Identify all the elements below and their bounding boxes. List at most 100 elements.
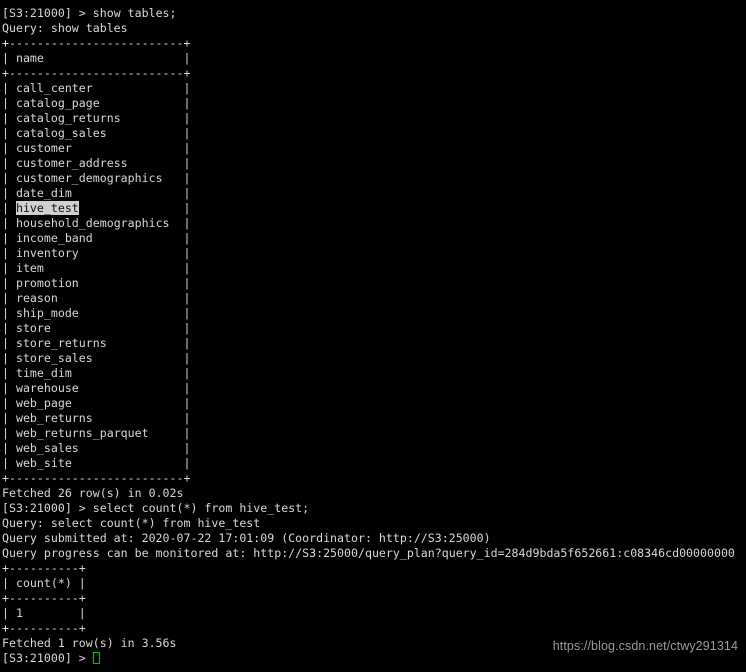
row-left-border: | bbox=[2, 411, 16, 425]
row-padding: | bbox=[78, 276, 191, 290]
table-row: | time_dim | bbox=[2, 366, 746, 381]
table-row: | web_sales | bbox=[2, 441, 746, 456]
count-table-header-row: | count(*) | bbox=[2, 576, 86, 590]
row-padding: | bbox=[71, 141, 191, 155]
table-name-cell: household_demographics bbox=[15, 216, 170, 230]
count-table-header-separator: +----------+ bbox=[2, 591, 86, 605]
row-left-border: | bbox=[2, 381, 16, 395]
table-name-cell: customer_demographics bbox=[15, 171, 163, 185]
terminal-window[interactable]: [S3:21000] > show tables; Query: show ta… bbox=[0, 0, 746, 672]
table-name-cell: customer bbox=[15, 141, 72, 155]
table-name-cell: warehouse bbox=[15, 381, 79, 395]
row-left-border: | bbox=[2, 441, 16, 455]
count-table-body: | 1 | bbox=[2, 606, 746, 621]
table-row: | customer_address | bbox=[2, 156, 746, 171]
row-left-border: | bbox=[2, 456, 16, 470]
row-padding: | bbox=[106, 126, 191, 140]
table-name-cell: web_site bbox=[15, 456, 72, 470]
table-name-cell: inventory bbox=[15, 246, 79, 260]
row-left-border: | bbox=[2, 336, 16, 350]
row-padding: | bbox=[43, 261, 191, 275]
row-left-border: | bbox=[2, 186, 16, 200]
table-name-cell: web_returns_parquet bbox=[15, 426, 149, 440]
table-name-cell: customer_address bbox=[15, 156, 128, 170]
command-line-show-tables: [S3:21000] > show tables; bbox=[2, 6, 746, 21]
row-padding: | bbox=[78, 381, 191, 395]
table-name-cell: web_sales bbox=[15, 441, 79, 455]
table-name-cell: catalog_sales bbox=[15, 126, 107, 140]
row-padding: | bbox=[78, 441, 191, 455]
row-left-border: | bbox=[2, 216, 16, 230]
table-row: | warehouse | bbox=[2, 381, 746, 396]
row-left-border: | bbox=[2, 351, 16, 365]
table-row: | store | bbox=[2, 321, 746, 336]
count-table-bottom-border: +----------+ bbox=[2, 621, 86, 635]
table-name-cell: call_center bbox=[15, 81, 93, 95]
row-left-border: | bbox=[2, 426, 16, 440]
tables-table-bottom-border: +-------------------------+ bbox=[2, 471, 191, 485]
command-input-1: show tables; bbox=[92, 6, 177, 20]
row-padding: | bbox=[148, 426, 191, 440]
table-row: | web_returns_parquet | bbox=[2, 426, 746, 441]
count-table-top-border: +----------+ bbox=[2, 561, 86, 575]
table-row: | catalog_returns | bbox=[2, 111, 746, 126]
row-padding: | bbox=[127, 156, 191, 170]
row-left-border: | bbox=[2, 306, 16, 320]
row-left-border: | bbox=[2, 171, 16, 185]
table-row: | reason | bbox=[2, 291, 746, 306]
row-left-border: | bbox=[2, 276, 16, 290]
row-left-border: | bbox=[2, 321, 16, 335]
row-padding: | bbox=[162, 171, 191, 185]
row-padding: | bbox=[78, 306, 191, 320]
row-left-border: | bbox=[2, 246, 16, 260]
row-padding: | bbox=[78, 246, 191, 260]
row-padding: | bbox=[99, 96, 191, 110]
query-echo-2: Query: select count(*) from hive_test bbox=[2, 516, 261, 530]
table-row: | ship_mode | bbox=[2, 306, 746, 321]
row-left-border: | bbox=[2, 156, 16, 170]
command-line-select-count: [S3:21000] > select count(*) from hive_t… bbox=[2, 501, 746, 516]
table-row: | 1 | bbox=[2, 606, 86, 620]
table-name-cell: item bbox=[15, 261, 44, 275]
table-row: | customer_demographics | bbox=[2, 171, 746, 186]
table-name-cell: web_page bbox=[15, 396, 72, 410]
table-row: | store_sales | bbox=[2, 351, 746, 366]
row-padding: | bbox=[92, 231, 191, 245]
row-left-border: | bbox=[2, 111, 16, 125]
table-row: | catalog_sales | bbox=[2, 126, 746, 141]
table-row: | web_page | bbox=[2, 396, 746, 411]
prompt-3: [S3:21000] > bbox=[2, 651, 93, 665]
row-padding: | bbox=[92, 81, 191, 95]
table-row: | web_returns | bbox=[2, 411, 746, 426]
row-padding: | bbox=[78, 201, 191, 215]
row-left-border: | bbox=[2, 81, 16, 95]
table-row: | household_demographics | bbox=[2, 216, 746, 231]
table-name-cell: reason bbox=[15, 291, 58, 305]
table-row: | customer | bbox=[2, 141, 746, 156]
table-row: | call_center | bbox=[2, 81, 746, 96]
row-left-border: | bbox=[2, 126, 16, 140]
table-name-cell-selected: hive_test bbox=[15, 201, 79, 215]
table-name-cell: web_returns bbox=[15, 411, 93, 425]
table-row: | store_returns | bbox=[2, 336, 746, 351]
table-row: | item | bbox=[2, 261, 746, 276]
table-name-cell: ship_mode bbox=[15, 306, 79, 320]
row-padding: | bbox=[50, 321, 191, 335]
query-submitted-line: Query submitted at: 2020-07-22 17:01:09 … bbox=[2, 531, 491, 545]
table-row: | income_band | bbox=[2, 231, 746, 246]
tables-table-body: | call_center | | catalog_page | | catalog… bbox=[2, 81, 746, 471]
table-row: | hive_test | bbox=[2, 201, 746, 216]
table-name-cell: store bbox=[15, 321, 51, 335]
row-padding: | bbox=[71, 396, 191, 410]
prompt-1: [S3:21000] > bbox=[2, 6, 93, 20]
table-row: | promotion | bbox=[2, 276, 746, 291]
table-name-cell: catalog_returns bbox=[15, 111, 121, 125]
row-padding: | bbox=[71, 186, 191, 200]
query-echo-1: Query: show tables bbox=[2, 21, 128, 35]
row-left-border: | bbox=[2, 261, 16, 275]
row-padding: | bbox=[57, 291, 191, 305]
row-left-border: | bbox=[2, 141, 16, 155]
row-left-border: | bbox=[2, 231, 16, 245]
table-row: | catalog_page | bbox=[2, 96, 746, 111]
tables-table-top-border: +-------------------------+ bbox=[2, 36, 191, 50]
